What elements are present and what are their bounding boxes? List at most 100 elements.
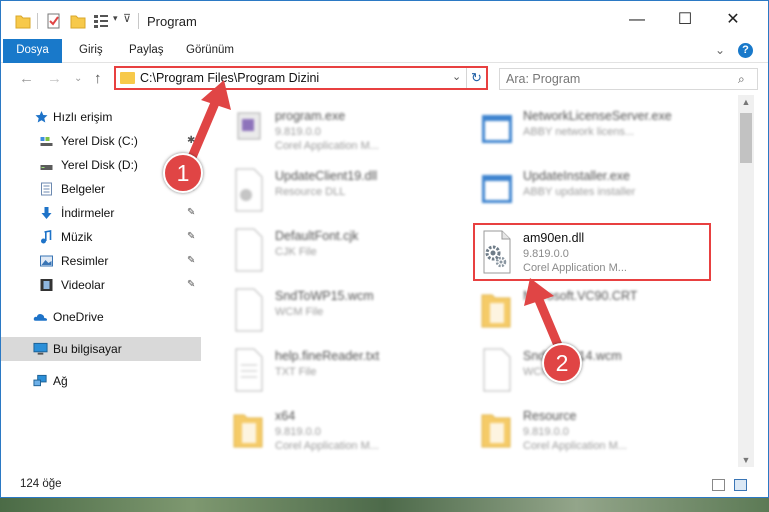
scroll-thumb[interactable]	[740, 113, 752, 163]
expand-ribbon-icon[interactable]: ⌄	[715, 43, 725, 57]
sidebar-item-music[interactable]: Müzik ✎	[1, 225, 201, 249]
vertical-scrollbar[interactable]: ▲ ▼	[738, 95, 754, 467]
file-detail: CJK File	[275, 246, 317, 258]
sidebar-item-this-pc[interactable]: Bu bilgisayar	[1, 337, 201, 361]
file-detail: WCM File	[275, 306, 324, 318]
list-item[interactable]: help.fineReader.txt TXT File	[206, 343, 446, 399]
drive-c-icon	[40, 137, 53, 146]
help-button[interactable]: ?	[738, 43, 753, 58]
list-item[interactable]: NetworkLicenseServer.exe ABBY network li…	[454, 103, 694, 159]
search-icon[interactable]: ⌕	[738, 72, 745, 87]
search-input[interactable]	[506, 71, 731, 87]
customize-toolbar-icon[interactable]: ⊽	[123, 12, 131, 25]
file-detail: Corel Application M...	[275, 140, 379, 152]
details-view-icon[interactable]	[712, 479, 725, 491]
list-item[interactable]: UpdateClient19.dll Resource DLL	[206, 163, 446, 219]
list-item[interactable]: x64 9.819.0.0 Corel Application M...	[206, 403, 446, 459]
tab-giris[interactable]: Giriş	[79, 39, 103, 63]
sidebar-item-network[interactable]: Ağ	[1, 369, 201, 393]
maximize-button[interactable]: ☐	[662, 5, 708, 35]
properties-icon[interactable]	[46, 12, 62, 30]
drive-d-icon	[40, 165, 53, 170]
recent-locations-icon[interactable]: ⌄	[74, 73, 82, 84]
sidebar-item-label: Bu bilgisayar	[53, 342, 122, 356]
file-name: DefaultFont.cjk	[275, 229, 359, 243]
pin-icon[interactable]: ✎	[187, 207, 195, 218]
list-item[interactable]: SndToWP15.wcm WCM File	[206, 283, 446, 339]
star-icon	[35, 111, 48, 123]
file-detail: Corel Application M...	[523, 440, 627, 452]
sidebar-item-onedrive[interactable]: OneDrive	[1, 305, 201, 329]
sidebar-item-local-disk-c[interactable]: Yerel Disk (C:) ✱	[1, 129, 201, 153]
sidebar-item-label: Müzik	[61, 230, 93, 244]
this-pc-icon	[33, 342, 48, 355]
list-item[interactable]: SndToWP14.wcm WCM File	[454, 343, 694, 399]
pin-icon[interactable]: ✎	[187, 255, 195, 266]
refresh-icon[interactable]: ↻	[466, 68, 486, 88]
search-box[interactable]: ⌕	[499, 68, 758, 90]
sidebar-item-pictures[interactable]: Resimler ✎	[1, 249, 201, 273]
chevron-down-icon[interactable]: ⌄	[452, 70, 461, 83]
highlight-box	[473, 223, 711, 281]
sidebar-item-label: Ağ	[53, 374, 68, 388]
sidebar-item-quick-access[interactable]: Hızlı erişim	[1, 105, 201, 129]
scroll-up-icon[interactable]: ▲	[738, 97, 754, 107]
network-icon	[33, 374, 47, 387]
view-options-icon[interactable]	[93, 12, 111, 30]
sidebar-item-label: Videolar	[61, 278, 105, 292]
sidebar-item-label: Yerel Disk (D:)	[61, 158, 138, 172]
text-file-icon	[235, 348, 263, 392]
sidebar-item-local-disk-d[interactable]: Yerel Disk (D:)	[1, 153, 201, 177]
address-bar[interactable]: C:\Program Files\Program Dizini ⌄ ↻	[114, 66, 488, 90]
new-folder-icon[interactable]	[70, 12, 86, 30]
list-item[interactable]: program.exe 9.819.0.0 Corel Application …	[206, 103, 446, 159]
file-name: Resource	[523, 409, 577, 423]
pin-icon[interactable]: ✎	[187, 231, 195, 242]
folder-icon	[233, 414, 263, 448]
chevron-down-icon[interactable]: ▾	[113, 13, 118, 24]
file-detail: Corel Application M...	[275, 440, 379, 452]
back-arrow-icon[interactable]: ←	[19, 70, 34, 87]
file-detail: 9.819.0.0	[275, 426, 321, 438]
large-icons-view-icon[interactable]	[734, 479, 747, 491]
downloads-icon	[41, 207, 52, 219]
forward-arrow-icon[interactable]: →	[47, 70, 62, 87]
item-count: 124 öğe	[20, 478, 62, 490]
file-detail: TXT File	[275, 366, 317, 378]
tab-paylas[interactable]: Paylaş	[129, 39, 164, 63]
file-detail: Resource DLL	[275, 186, 346, 198]
pin-icon[interactable]: ✎	[187, 183, 195, 194]
onedrive-icon	[33, 314, 48, 321]
sidebar-item-videos[interactable]: Videolar ✎	[1, 273, 201, 297]
tab-gorunum[interactable]: Görünüm	[186, 39, 234, 63]
file-icon	[483, 348, 511, 392]
file-detail: ABBY network licens...	[523, 126, 635, 138]
address-path[interactable]: C:\Program Files\Program Dizini	[140, 71, 319, 85]
file-detail: WCM File	[523, 366, 572, 378]
list-item[interactable]: UpdateInstaller.exe ABBY updates install…	[454, 163, 694, 219]
navigation-pane: Hızlı erişim Yerel Disk (C:) ✱ Yerel Dis…	[1, 95, 201, 467]
file-detail: 9.819.0.0	[523, 426, 569, 438]
scroll-down-icon[interactable]: ▼	[738, 455, 754, 465]
list-item[interactable]: Microsoft.VC90.CRT	[454, 283, 694, 339]
dll-icon	[235, 168, 263, 212]
file-name: SndToWP15.wcm	[275, 289, 374, 303]
sidebar-item-downloads[interactable]: İndirmeler ✎	[1, 201, 201, 225]
tab-dosya[interactable]: Dosya	[3, 39, 62, 63]
desktop-background	[0, 498, 769, 512]
pin-icon[interactable]: ✎	[187, 279, 195, 290]
folder-icon	[481, 414, 511, 448]
list-item[interactable]: Resource 9.819.0.0 Corel Application M..…	[454, 403, 694, 459]
pin-icon[interactable]: ✱	[187, 135, 195, 146]
file-list: program.exe 9.819.0.0 Corel Application …	[206, 95, 738, 467]
file-name: NetworkLicenseServer.exe	[523, 109, 672, 123]
explorer-window: ▾ ⊽ Program — ☐ ✕ Dosya Giriş Paylaş Gör…	[0, 0, 769, 498]
close-button[interactable]: ✕	[710, 5, 756, 35]
file-name: x64	[275, 409, 296, 423]
list-item[interactable]: DefaultFont.cjk CJK File	[206, 223, 446, 279]
minimize-button[interactable]: —	[614, 5, 660, 35]
file-icon	[235, 228, 263, 272]
up-arrow-icon[interactable]: ↑	[94, 70, 102, 87]
sidebar-item-documents[interactable]: Belgeler ✎	[1, 177, 201, 201]
folder-icon	[15, 15, 31, 29]
